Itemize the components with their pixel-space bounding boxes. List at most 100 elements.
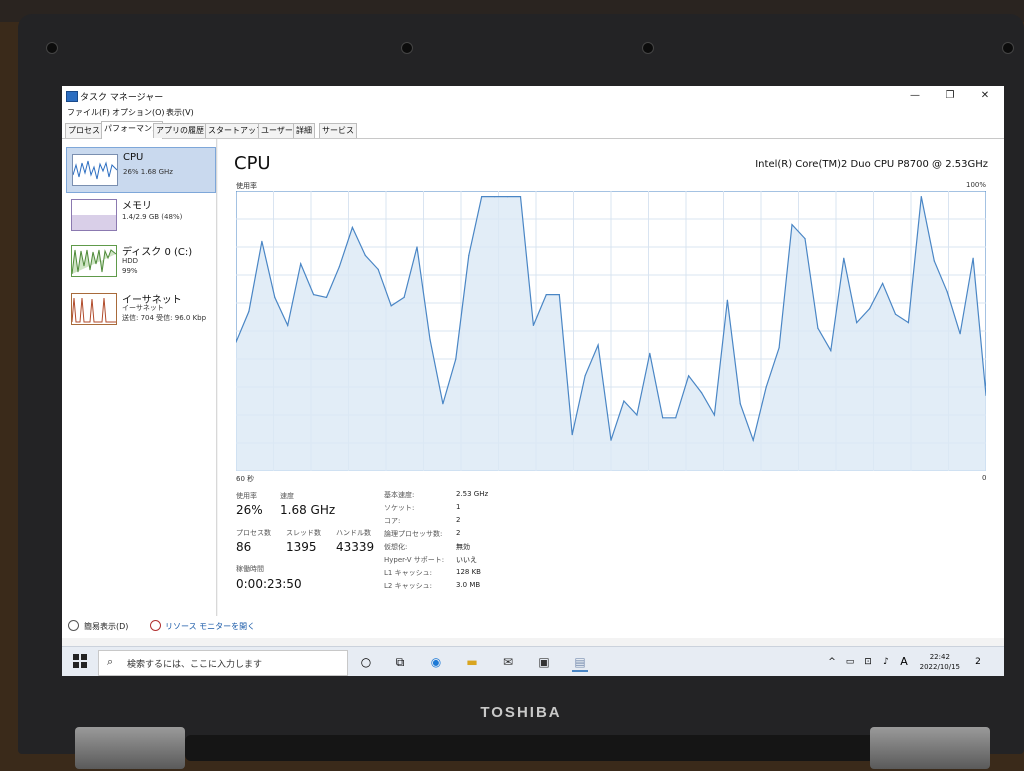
laptop-hinge-bar [185,735,875,761]
info-value-cores: 2 [456,516,461,524]
ethernet-thumbnail-graph [71,293,117,325]
menu-options[interactable]: オプション(O) [112,107,165,118]
cpu-usage-point [571,434,573,436]
chevron-up-icon [68,620,79,631]
resource-monitor-link[interactable]: リソース モニターを開く [165,621,255,632]
info-value-base-speed: 2.53 GHz [456,490,489,498]
sidebar-item-ethernet[interactable]: イーサネット イーサネット 送信: 704 受信: 96.0 Kbp [66,287,214,331]
tab-processes[interactable]: プロセス [65,123,103,138]
tab-services[interactable]: サービス [319,123,357,138]
cpu-usage-point [494,196,496,198]
tab-app-history[interactable]: アプリの履歴 [153,123,207,138]
cpu-usage-point [636,414,638,416]
fewer-details-link[interactable]: 簡易表示(D) [84,621,128,632]
sidebar-item-memory[interactable]: メモリ 1.4/2.9 GB (48%) [66,193,214,237]
cpu-usage-point [933,260,935,262]
sidebar-disk-type: HDD [122,257,139,265]
menu-view[interactable]: 表示(V) [166,107,194,118]
cpu-usage-point [455,358,457,360]
laptop-brand-logo: TOSHIBA [480,704,562,721]
cpu-usage-graph [236,191,986,471]
cpu-usage-point [313,294,315,296]
close-button[interactable]: ✕ [974,88,996,104]
usage-label: 使用率 [236,492,257,500]
cpu-usage-point [946,291,948,293]
info-value-sockets: 1 [456,503,461,511]
cpu-usage-point [920,196,922,198]
ime-indicator[interactable]: A [896,654,912,670]
cpu-usage-point [416,246,418,248]
maximize-button[interactable]: ❐ [939,88,961,104]
processes-label: プロセス数 [236,529,271,537]
windows-start-icon[interactable] [72,654,88,670]
cpu-thumbnail-graph [72,154,118,186]
cpu-usage-point [894,313,897,315]
cpu-usage-point [364,254,366,256]
cpu-usage-point [959,333,961,335]
tab-details[interactable]: 詳細 [293,123,315,138]
cpu-usage-point [817,327,819,329]
notification-icon[interactable]: 2 [970,654,986,670]
cpu-usage-point [597,344,599,346]
cpu-usage-point [675,417,677,419]
search-icon: ⌕ [107,655,114,668]
minimize-button[interactable]: — [904,88,926,104]
sidebar-item-cpu[interactable]: CPU 26% 1.68 GHz [66,147,216,193]
cpu-usage-point [726,299,728,301]
cpu-usage-point [623,400,625,402]
cpu-usage-point [584,375,586,377]
cpu-usage-point [843,257,845,259]
cortana-icon[interactable]: ○ [358,654,374,670]
cpu-usage-point [882,282,884,284]
cpu-usage-point [713,414,715,416]
ethernet-tray-icon[interactable]: ⊡ [860,654,876,670]
cpu-usage-point [907,322,910,324]
photos-icon[interactable]: ▣ [536,654,552,670]
cpu-usage-point [804,238,806,240]
sidebar-item-disk[interactable]: ディスク 0 (C:) HDD 99% [66,239,214,283]
cpu-usage-point [545,294,547,296]
info-value-l1-cache: 128 KB [456,568,481,576]
info-value-logical-processors: 2 [456,529,461,537]
taskbar-search-box[interactable]: ⌕ 検索するには、ここに入力します [98,650,348,676]
uptime-label: 稼働時間 [236,565,264,573]
cpu-usage-point [519,196,522,198]
cpu-usage-point [481,196,483,198]
disk-thumbnail-graph [71,245,117,277]
usage-value: 26% [236,503,263,517]
tab-users[interactable]: ユーザー [258,123,296,138]
edge-browser-icon[interactable]: ◉ [428,654,444,670]
cpu-usage-point [688,375,690,377]
task-manager-taskbar-icon[interactable]: ▤ [572,654,588,672]
file-explorer-icon[interactable]: ▬ [464,654,480,670]
cpu-usage-point [739,403,741,405]
cpu-usage-point [338,266,340,268]
sidebar-disk-usage: 99% [122,267,138,275]
network-tray-icon[interactable]: ▭ [842,654,858,670]
window-title: タスク マネージャー [80,93,164,103]
notification-count: 2 [975,657,981,667]
info-value-virtualization: 無効 [456,543,470,551]
sidebar-cpu-title: CPU [123,152,144,163]
cpu-usage-point [429,338,431,340]
chevron-up-tray-icon[interactable]: ^ [824,654,840,670]
menu-file[interactable]: ファイル(F) [67,107,110,118]
cpu-usage-point [778,347,780,349]
screw [1002,42,1014,54]
clock-date: 2022/10/15 [919,663,960,671]
taskbar-clock[interactable]: 22:42 2022/10/15 [920,652,960,672]
cpu-usage-point [972,257,974,259]
sidebar-ethernet-name: イーサネット [122,304,164,312]
volume-icon[interactable]: ♪ [878,654,894,670]
task-view-icon[interactable]: ⧉ [392,654,408,670]
graph-x-right-label: 0 [982,474,987,482]
info-label-base-speed: 基本速度: [384,491,415,499]
cpu-usage-point [300,263,302,265]
graph-ylabel: 使用率 [236,182,257,190]
info-label-sockets: ソケット: [384,504,415,512]
cpu-usage-point [662,417,664,419]
cpu-usage-point [649,352,651,354]
mail-icon[interactable]: ✉ [500,654,516,670]
laptop-hinge-right [870,727,990,769]
cpu-usage-point [261,240,263,242]
